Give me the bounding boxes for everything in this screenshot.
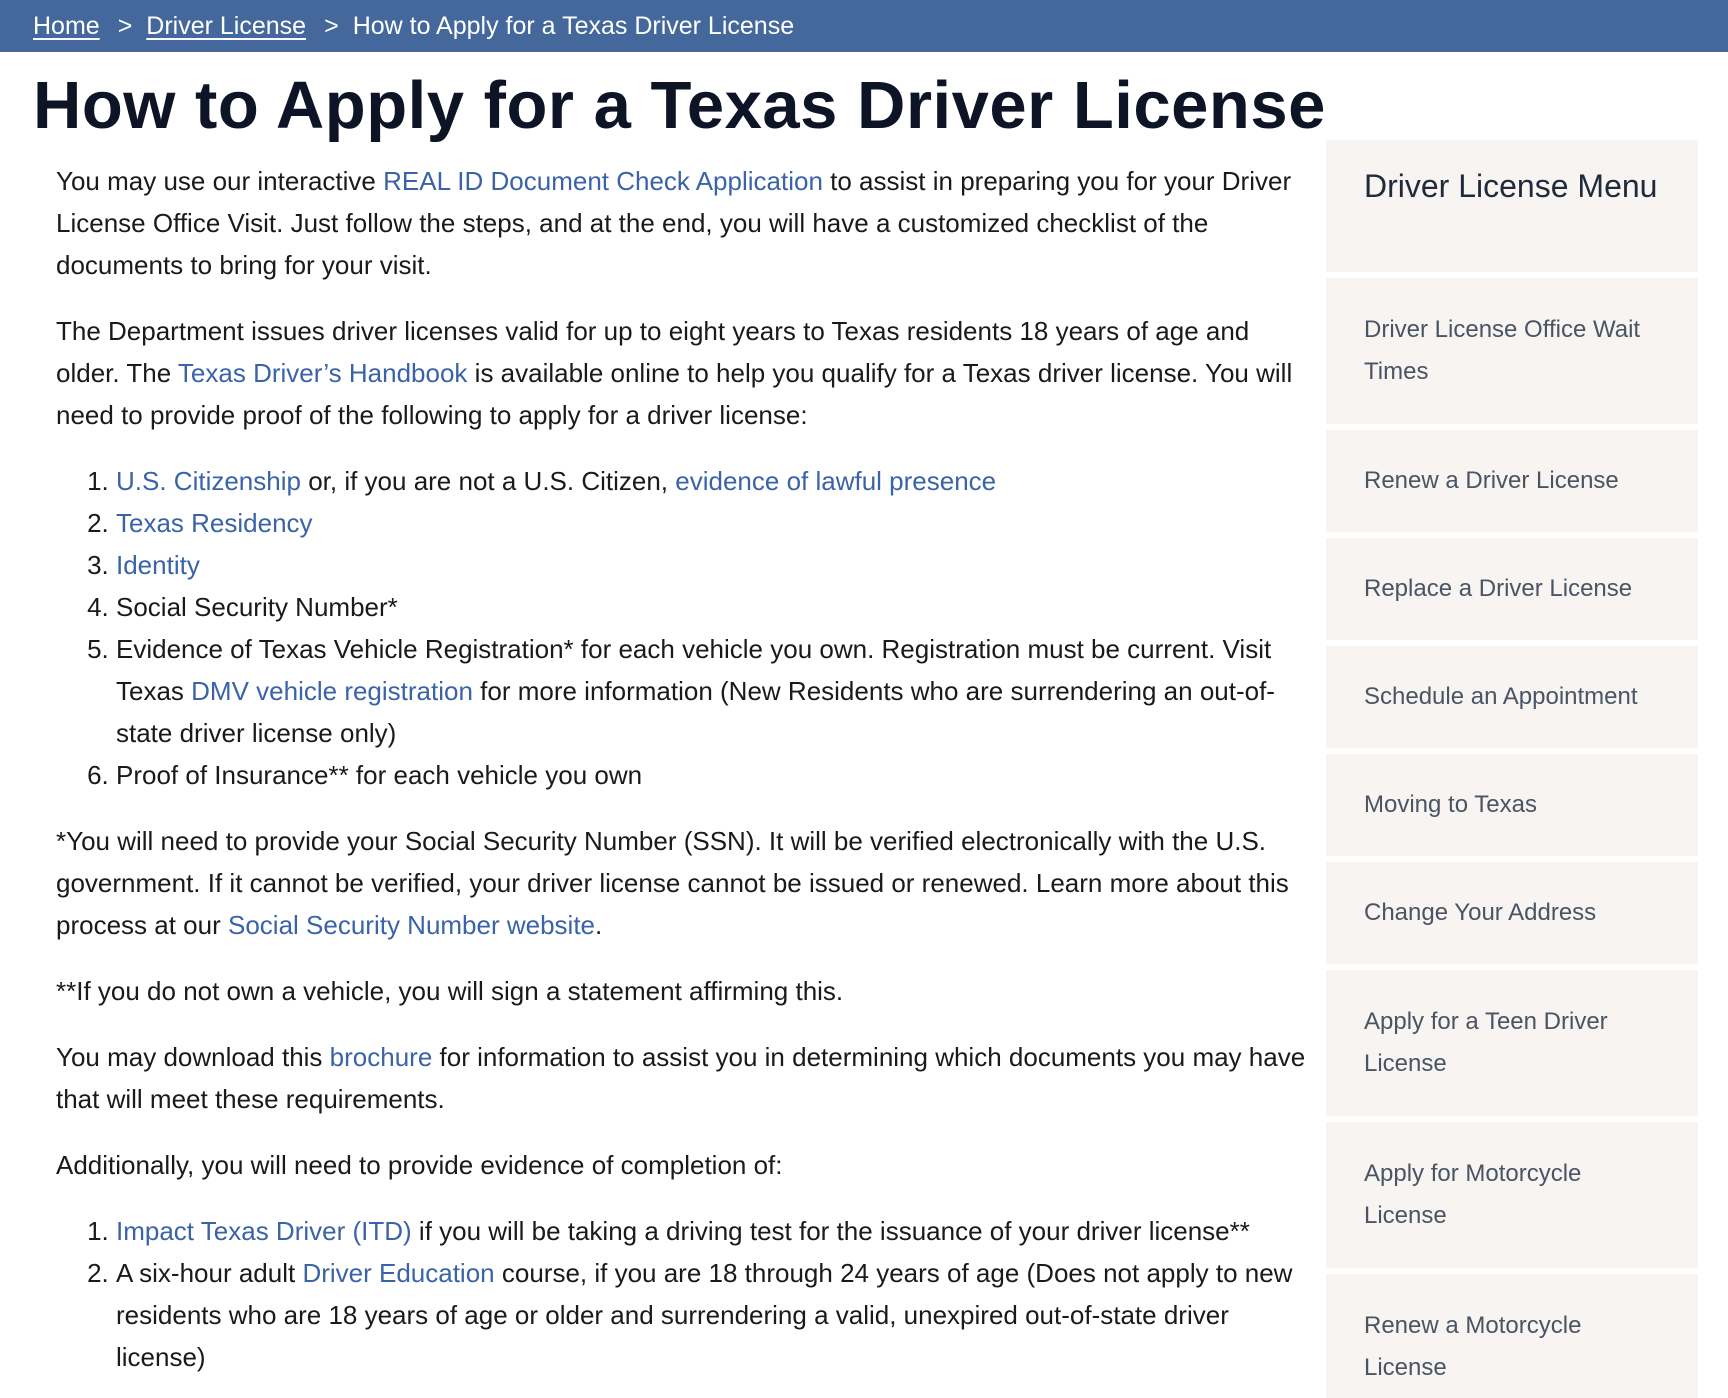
list-item: U.S. Citizenship or, if you are not a U.…	[116, 460, 1306, 502]
list-item: Impact Texas Driver (ITD) if you will be…	[116, 1210, 1306, 1252]
list-item: Proof of Insurance** for each vehicle yo…	[116, 754, 1306, 796]
additionally-paragraph: Additionally, you will need to provide e…	[56, 1150, 783, 1180]
intro-paragraph: You may use our interactive REAL ID Docu…	[56, 166, 1292, 280]
breadcrumb-separator: >	[117, 11, 133, 40]
texas-residency-link[interactable]: Texas Residency	[116, 508, 313, 538]
brochure-link[interactable]: brochure	[330, 1042, 433, 1072]
requirements-list: U.S. Citizenship or, if you are not a U.…	[56, 460, 1306, 796]
menu-item-schedule-appointment[interactable]: Schedule an Appointment	[1326, 646, 1698, 748]
identity-link[interactable]: Identity	[116, 550, 200, 580]
driver-education-link[interactable]: Driver Education	[302, 1258, 494, 1288]
driver-license-menu: Driver License Menu Driver License Offic…	[1326, 140, 1698, 1398]
ssn-website-link[interactable]: Social Security Number website	[228, 910, 595, 940]
breadcrumb-home-link[interactable]: Home	[33, 12, 100, 41]
menu-item-renew-motorcycle-license[interactable]: Renew a Motorcycle License	[1326, 1274, 1698, 1398]
list-item: Social Security Number*	[116, 586, 1306, 628]
breadcrumb-driver-license-link[interactable]: Driver License	[146, 12, 306, 41]
requirements-paragraph: The Department issues driver licenses va…	[56, 316, 1293, 430]
breadcrumb-current: How to Apply for a Texas Driver License	[352, 11, 795, 40]
ssn-note: *You will need to provide your Social Se…	[56, 826, 1289, 940]
citizenship-link[interactable]: U.S. Citizenship	[116, 466, 301, 496]
menu-item-teen-driver-license[interactable]: Apply for a Teen Driver License	[1326, 970, 1698, 1116]
vehicle-note: **If you do not own a vehicle, you will …	[56, 976, 844, 1006]
brochure-paragraph: You may download this brochure for infor…	[56, 1042, 1306, 1114]
menu-item-moving-to-texas[interactable]: Moving to Texas	[1326, 754, 1698, 856]
lawful-presence-link[interactable]: evidence of lawful presence	[675, 466, 996, 496]
menu-item-replace-license[interactable]: Replace a Driver License	[1326, 538, 1698, 640]
breadcrumb: Home > Driver License > How to Apply for…	[0, 0, 1728, 52]
list-item: Identity	[116, 544, 1306, 586]
menu-heading: Driver License Menu	[1326, 140, 1698, 272]
menu-item-wait-times[interactable]: Driver License Office Wait Times	[1326, 278, 1698, 424]
drivers-handbook-link[interactable]: Texas Driver’s Handbook	[178, 358, 468, 388]
page-title: How to Apply for a Texas Driver License	[33, 68, 1326, 143]
impact-texas-driver-link[interactable]: Impact Texas Driver (ITD)	[116, 1216, 412, 1246]
list-item: Evidence of Texas Vehicle Registration* …	[116, 628, 1306, 754]
list-item: Texas Residency	[116, 502, 1306, 544]
list-item: A six-hour adult Driver Education course…	[116, 1252, 1306, 1378]
real-id-check-link[interactable]: REAL ID Document Check Application	[383, 166, 823, 196]
breadcrumb-separator: >	[324, 11, 339, 40]
menu-item-motorcycle-license[interactable]: Apply for Motorcycle License	[1326, 1122, 1698, 1268]
main-content: You may use our interactive REAL ID Docu…	[56, 160, 1306, 1398]
dmv-vehicle-registration-link[interactable]: DMV vehicle registration	[191, 676, 473, 706]
completion-list: Impact Texas Driver (ITD) if you will be…	[56, 1210, 1306, 1378]
menu-item-change-address[interactable]: Change Your Address	[1326, 862, 1698, 964]
menu-item-renew-license[interactable]: Renew a Driver License	[1326, 430, 1698, 532]
